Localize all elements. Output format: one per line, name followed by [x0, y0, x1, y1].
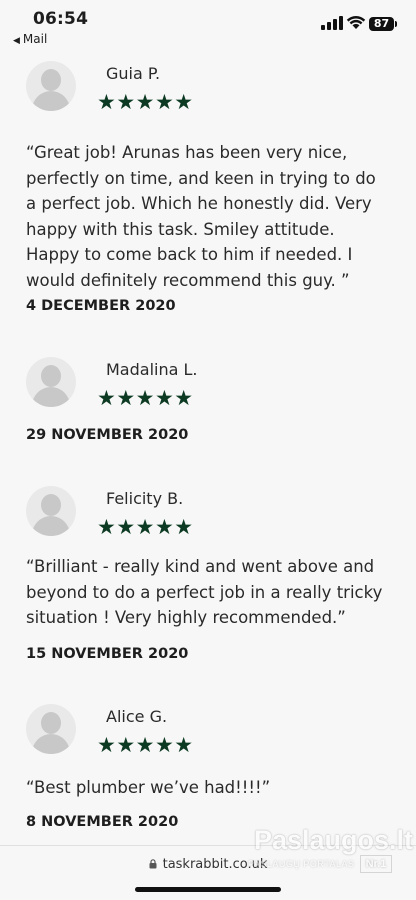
review-date: 15 NOVEMBER 2020: [26, 646, 189, 662]
review-text: “Brilliant - really kind and went above …: [26, 557, 383, 627]
avatar: [26, 357, 76, 407]
back-app-label: Mail: [22, 32, 48, 46]
reviewer-name: Felicity B.: [106, 489, 184, 508]
battery-cap: [395, 21, 397, 27]
wifi-icon: [346, 15, 366, 29]
home-indicator[interactable]: [135, 887, 281, 892]
reviewer-name: Madalina L.: [106, 360, 198, 379]
status-bar: 06:54 ◀ Mail 87: [0, 0, 416, 50]
star-rating: ★★★★★: [97, 515, 194, 539]
star-rating: ★★★★★: [97, 90, 194, 114]
star-rating: ★★★★★: [97, 733, 194, 757]
avatar: [26, 486, 76, 536]
back-arrow-icon: ◀: [13, 36, 20, 46]
star-rating: ★★★★★: [97, 386, 194, 410]
review-date: 4 DECEMBER 2020: [26, 298, 176, 314]
review-date: 29 NOVEMBER 2020: [26, 427, 189, 443]
review-text: “Best plumber we’ve had!!!!”: [26, 778, 271, 797]
url-display[interactable]: taskrabbit.co.uk: [0, 857, 416, 872]
lock-icon: [149, 859, 157, 869]
avatar: [26, 61, 76, 111]
review-text: “Great job! Arunas has been very nice, p…: [26, 143, 376, 290]
battery-icon: 87: [369, 17, 394, 31]
cellular-signal-icon: [321, 16, 343, 30]
back-to-app-link[interactable]: ◀ Mail: [13, 32, 47, 46]
reviews-list[interactable]: Guia P. ★★★★★ “Great job! Arunas has bee…: [0, 50, 416, 845]
avatar: [26, 704, 76, 754]
review-date: 8 NOVEMBER 2020: [26, 814, 179, 830]
reviewer-name: Alice G.: [106, 707, 168, 726]
browser-address-bar[interactable]: taskrabbit.co.uk: [0, 845, 416, 900]
reviewer-name: Guia P.: [106, 64, 161, 83]
status-time: 06:54: [33, 9, 89, 29]
url-text: taskrabbit.co.uk: [162, 857, 268, 872]
